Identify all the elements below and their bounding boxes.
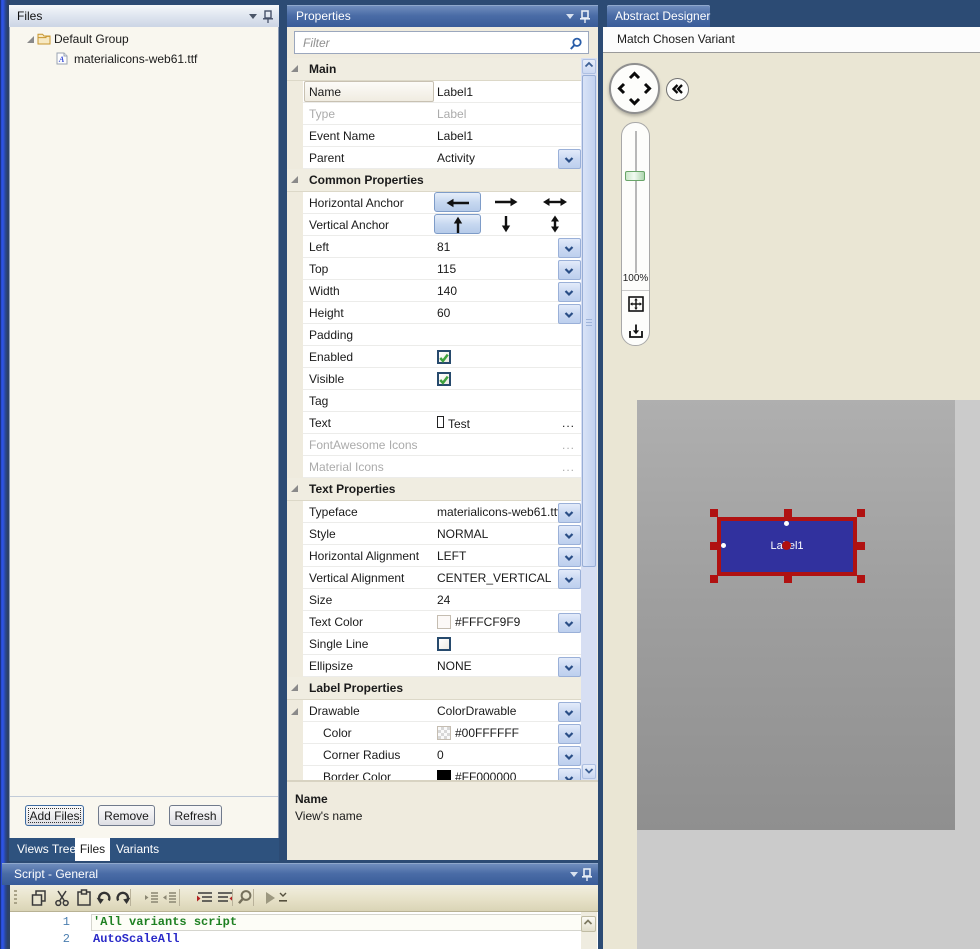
svg-text:A: A [58,55,65,64]
